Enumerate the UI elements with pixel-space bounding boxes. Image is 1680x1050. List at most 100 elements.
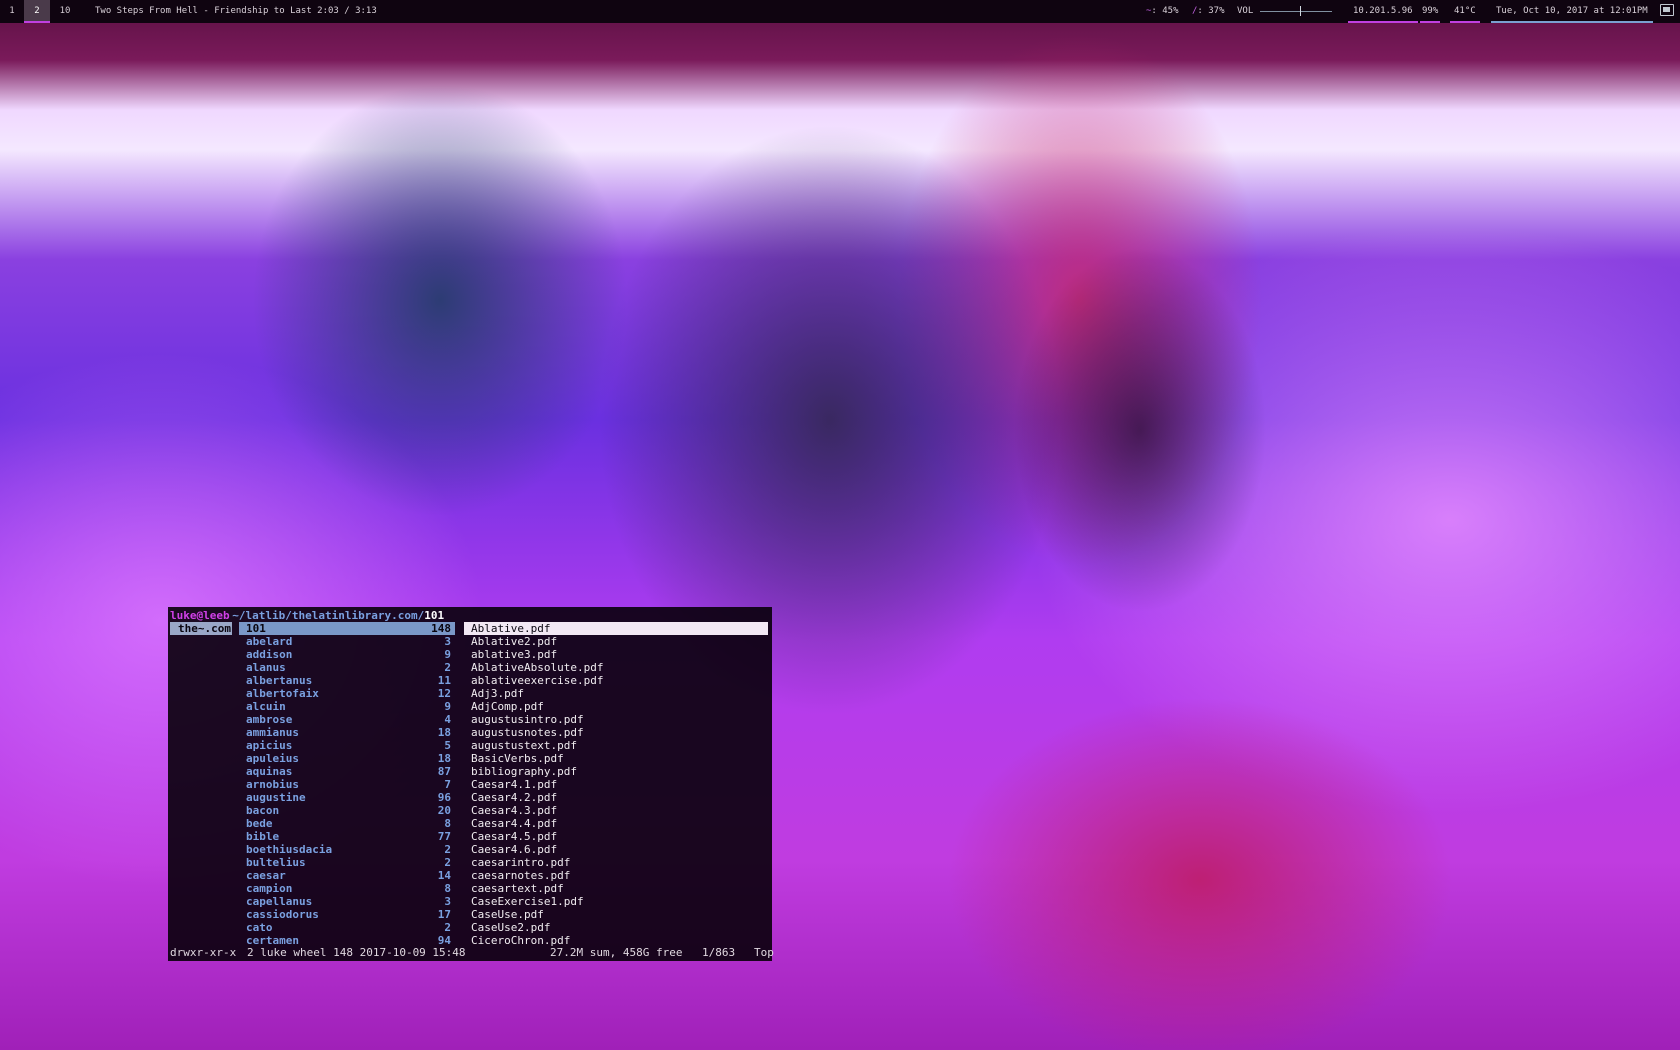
directory-entry[interactable]: bultelius 2 [239, 856, 455, 869]
root-disk-usage: /: 37% [1192, 0, 1225, 23]
directory-entry[interactable]: bacon 20 [239, 804, 455, 817]
directory-count: 148 [431, 622, 451, 635]
directory-column: 101 148 abelard 3 addison 9 alanus 2 albertanus 1… [239, 622, 455, 947]
directory-entry[interactable]: abelard 3 [239, 635, 455, 648]
directory-name: bible [246, 830, 280, 843]
directory-count: 4 [444, 713, 451, 726]
directory-entry[interactable]: bible 77 [239, 830, 455, 843]
file-entry[interactable]: Adj3.pdf [464, 687, 768, 700]
directory-entry[interactable]: cassiodorus 17 [239, 908, 455, 921]
directory-name: alanus [246, 661, 286, 674]
current-dir: 101 [424, 609, 445, 622]
file-entry[interactable]: Caesar4.6.pdf [464, 843, 768, 856]
user-host: luke@leeb [170, 609, 230, 622]
directory-name: campion [246, 882, 293, 895]
directory-name: bacon [246, 804, 280, 817]
directory-count: 11 [437, 674, 451, 687]
ranger-terminal-window[interactable]: luke@leeb ~/latlib/thelatinlibrary.com/1… [168, 607, 774, 961]
directory-name: 101 [246, 622, 266, 635]
directory-entry[interactable]: apicius 5 [239, 739, 455, 752]
file-entry[interactable]: Caesar4.1.pdf [464, 778, 768, 791]
directory-entry[interactable]: cato 2 [239, 921, 455, 934]
directory-name: ammianus [246, 726, 299, 739]
directory-entry[interactable]: alanus 2 [239, 661, 455, 674]
temperature: 41°C [1450, 0, 1480, 23]
file-entry[interactable]: augustustext.pdf [464, 739, 768, 752]
home-usage-value: : 45% [1151, 6, 1179, 16]
directory-entry[interactable]: boethiusdacia 2 [239, 843, 455, 856]
directory-entry[interactable]: aquinas 87 [239, 765, 455, 778]
directory-entry[interactable]: apuleius 18 [239, 752, 455, 765]
directory-entry[interactable]: caesar 14 [239, 869, 455, 882]
directory-entry[interactable]: ammianus 18 [239, 726, 455, 739]
directory-name: arnobius [246, 778, 299, 791]
volume-slider[interactable] [1260, 11, 1332, 12]
permissions: drwxr-xr-x [170, 946, 237, 959]
directory-entry[interactable]: albertofaix 12 [239, 687, 455, 700]
directory-count: 3 [444, 895, 451, 908]
file-entry[interactable]: ablativeexercise.pdf [464, 674, 768, 687]
now-playing[interactable]: Two Steps From Hell - Friendship to Last… [95, 0, 377, 23]
file-entry[interactable]: augustusnotes.pdf [464, 726, 768, 739]
directory-entry[interactable]: capellanus 3 [239, 895, 455, 908]
workspace-2[interactable]: 2 [24, 0, 50, 23]
preview-column: Ablative.pdf Ablative2.pdf ablative3.pdf Ab… [464, 622, 768, 947]
directory-name: albertofaix [246, 687, 319, 700]
file-entry[interactable]: BasicVerbs.pdf [464, 752, 768, 765]
directory-count: 17 [437, 908, 451, 921]
file-entry[interactable]: CaseExercise1.pdf [464, 895, 768, 908]
clock[interactable]: Tue, Oct 10, 2017 at 12:01PM [1491, 0, 1653, 23]
file-entry[interactable]: bibliography.pdf [464, 765, 768, 778]
parent-entry[interactable]: the~.com [170, 622, 232, 635]
directory-entry[interactable]: arnobius 7 [239, 778, 455, 791]
file-entry[interactable]: Caesar4.2.pdf [464, 791, 768, 804]
position: 1/863 [702, 946, 736, 959]
directory-entry[interactable]: 101 148 [239, 622, 455, 635]
directory-entry[interactable]: addison 9 [239, 648, 455, 661]
directory-name: capellanus [246, 895, 313, 908]
directory-entry[interactable]: ambrose 4 [239, 713, 455, 726]
workspace-1[interactable]: 1 [0, 0, 24, 23]
file-meta: 2 luke wheel 148 2017-10-09 15:48 [247, 946, 466, 959]
directory-name: cassiodorus [246, 908, 319, 921]
file-entry[interactable]: CaseUse.pdf [464, 908, 768, 921]
directory-count: 8 [444, 817, 451, 830]
temperature-value: 41°C [1454, 6, 1476, 16]
file-entry[interactable]: Caesar4.5.pdf [464, 830, 768, 843]
battery-value: 99% [1422, 6, 1439, 16]
file-entry[interactable]: caesarintro.pdf [464, 856, 768, 869]
file-entry[interactable]: caesartext.pdf [464, 882, 768, 895]
disk-info: 27.2M sum, 458G free [550, 946, 683, 959]
directory-name: bultelius [246, 856, 306, 869]
file-entry[interactable]: ablative3.pdf [464, 648, 768, 661]
directory-count: 12 [437, 687, 451, 700]
file-entry[interactable]: caesarnotes.pdf [464, 869, 768, 882]
file-entry[interactable]: Ablative.pdf [464, 622, 768, 635]
directory-entry[interactable]: augustine 96 [239, 791, 455, 804]
directory-entry[interactable]: bede 8 [239, 817, 455, 830]
volume-label: VOL [1237, 6, 1254, 16]
directory-count: 14 [437, 869, 451, 882]
file-entry[interactable]: CaseUse2.pdf [464, 921, 768, 934]
directory-entry[interactable]: campion 8 [239, 882, 455, 895]
directory-name: apuleius [246, 752, 299, 765]
volume-slider-knob[interactable] [1299, 6, 1301, 16]
directory-name: bede [246, 817, 273, 830]
workspace-label: 1 [9, 6, 15, 16]
desktop: 1 2 10 Two Steps From Hell - Friendship … [0, 0, 1680, 1050]
file-entry[interactable]: augustusintro.pdf [464, 713, 768, 726]
file-entry[interactable]: Caesar4.3.pdf [464, 804, 768, 817]
file-entry[interactable]: Caesar4.4.pdf [464, 817, 768, 830]
ranger-statusline: drwxr-xr-x 2 luke wheel 148 2017-10-09 1… [170, 946, 774, 959]
file-entry[interactable]: Ablative2.pdf [464, 635, 768, 648]
ip-address: 10.201.5.96 [1348, 0, 1418, 23]
parent-column: the~.com [170, 622, 232, 635]
file-entry[interactable]: AblativeAbsolute.pdf [464, 661, 768, 674]
directory-name: alcuin [246, 700, 286, 713]
file-entry[interactable]: AdjComp.pdf [464, 700, 768, 713]
workspace-10[interactable]: 10 [52, 0, 78, 23]
directory-count: 7 [444, 778, 451, 791]
directory-entry[interactable]: albertanus 11 [239, 674, 455, 687]
screen-icon[interactable] [1660, 4, 1674, 16]
directory-entry[interactable]: alcuin 9 [239, 700, 455, 713]
